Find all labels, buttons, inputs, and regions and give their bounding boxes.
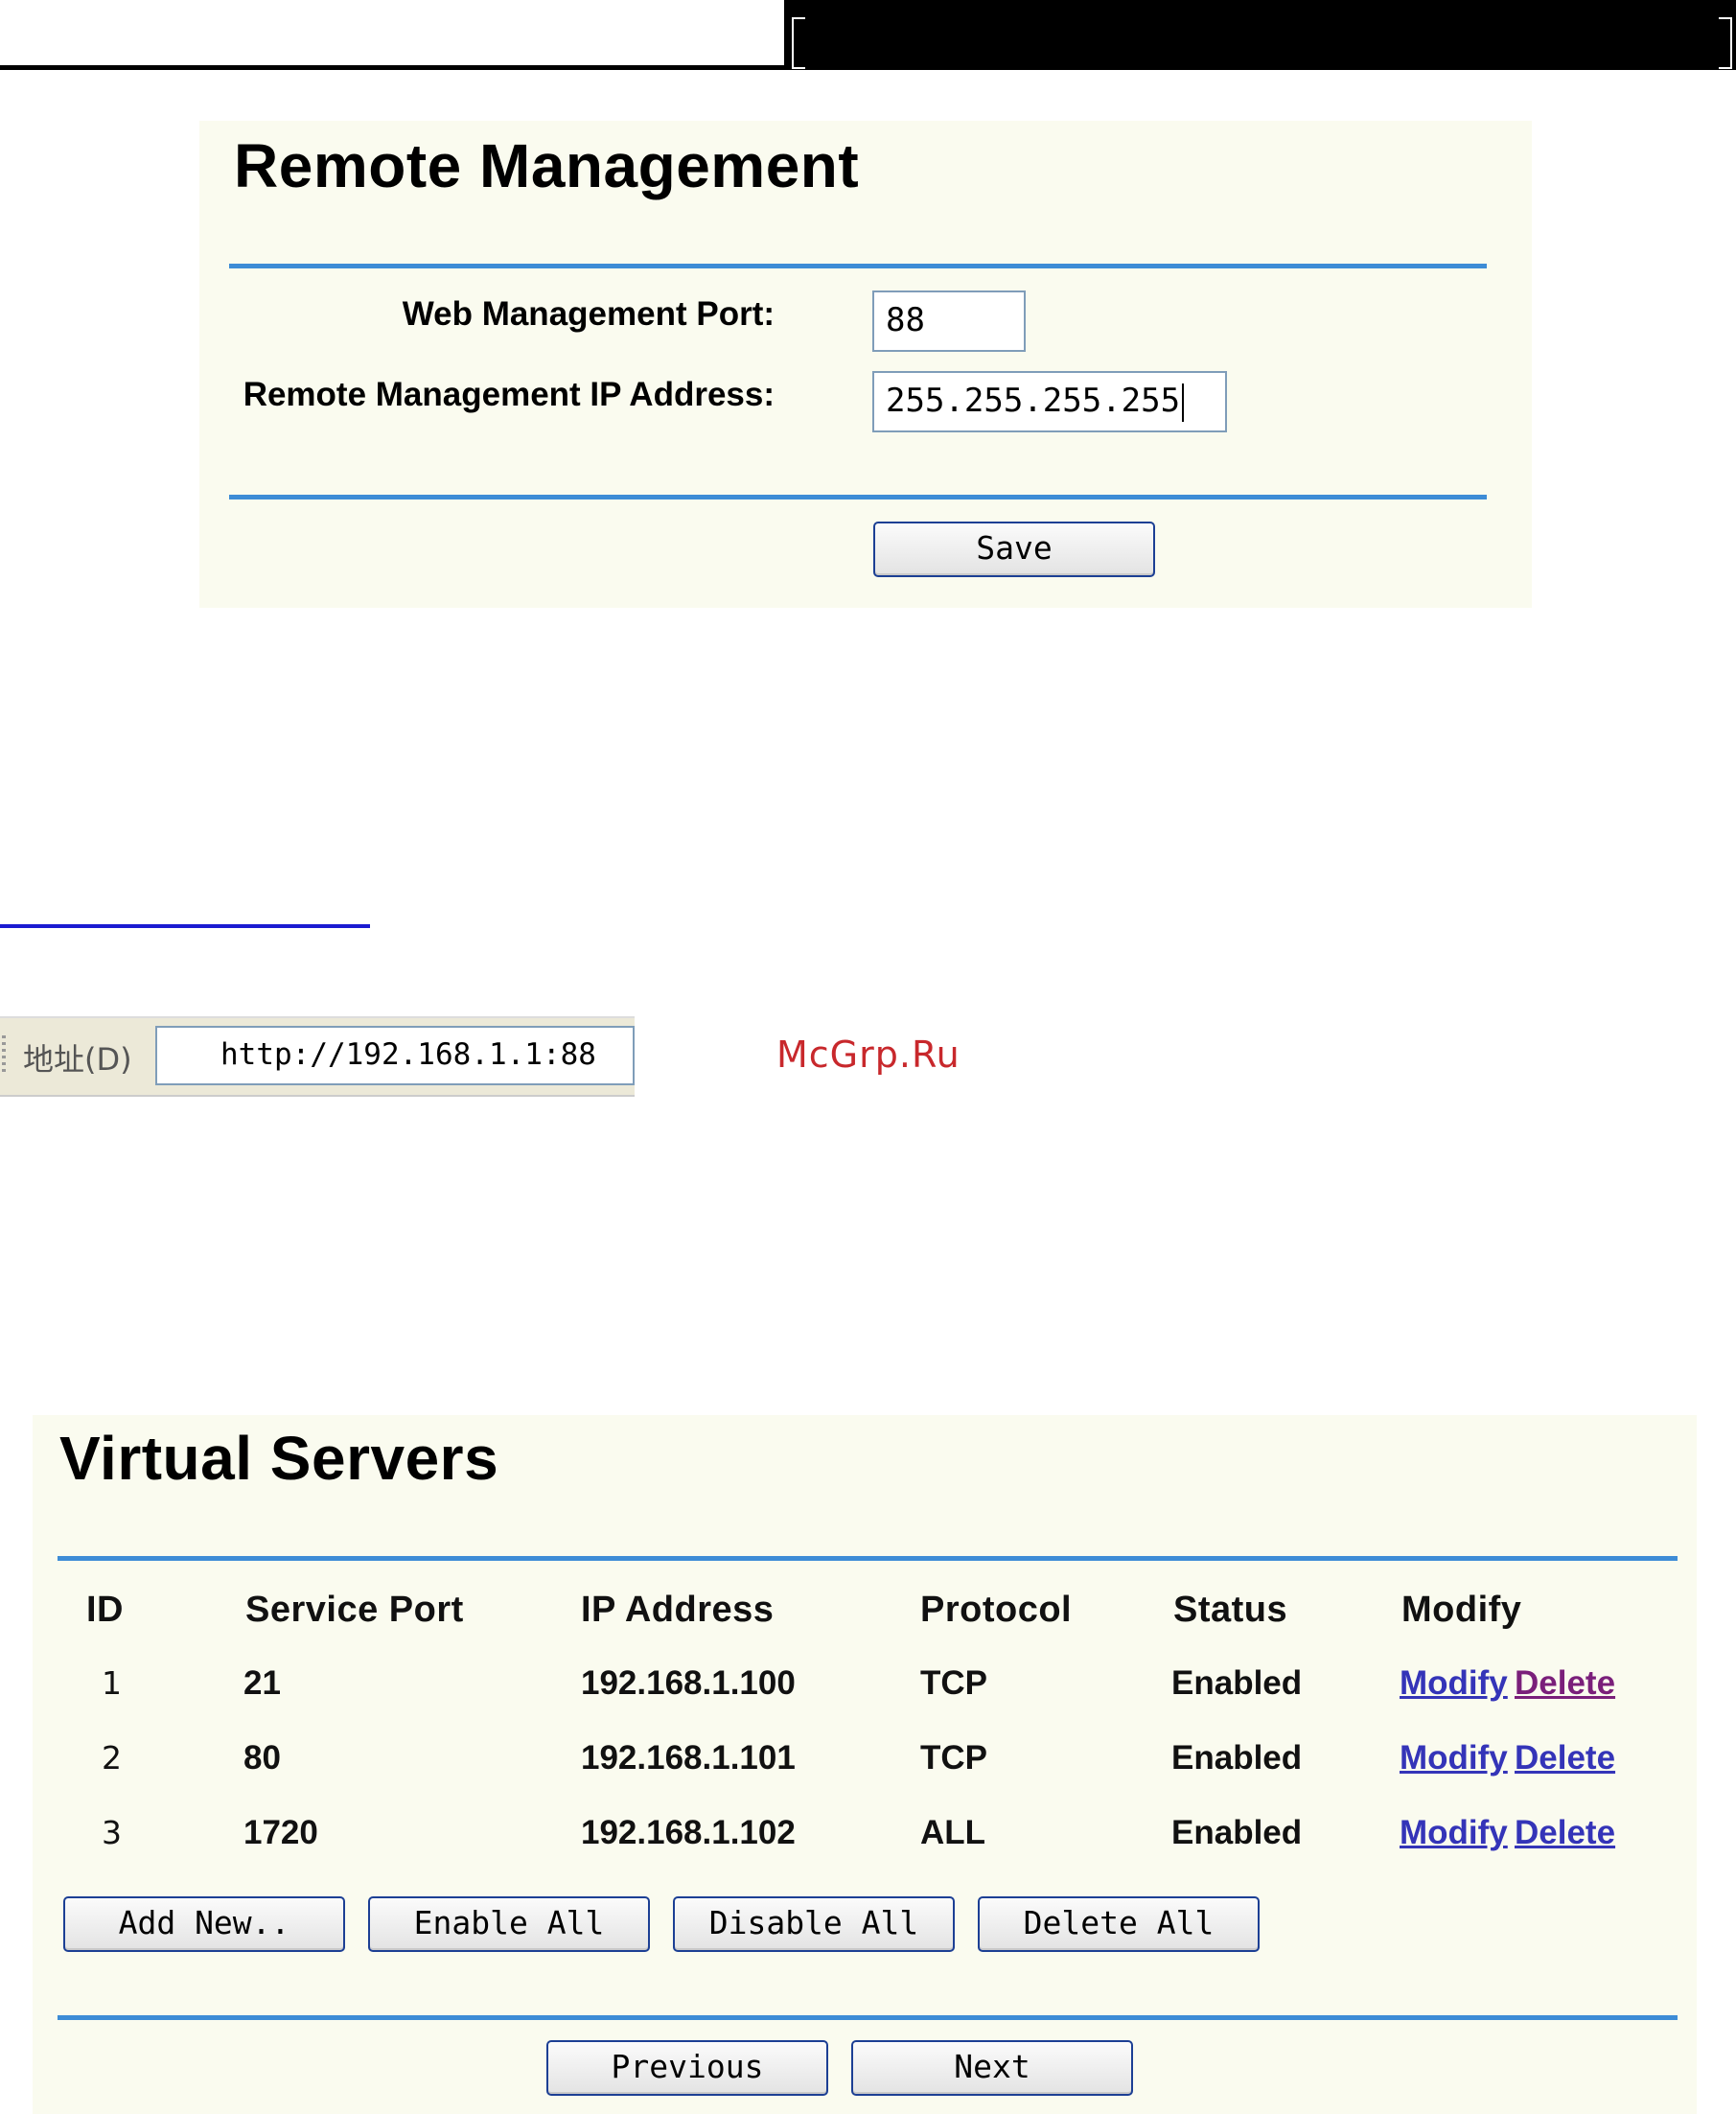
column-header-id: ID	[86, 1590, 124, 1630]
remote-ip-value: 255.255.255.255	[886, 382, 1181, 420]
virtual-servers-panel: Virtual Servers ID Service Port IP Addre…	[33, 1415, 1697, 2114]
header-divider	[0, 65, 786, 70]
top-divider	[229, 264, 1487, 268]
cell-id: 3	[102, 1814, 122, 1851]
column-header-modify: Modify	[1401, 1590, 1522, 1630]
cell-id: 2	[102, 1739, 122, 1777]
web-port-value: 88	[886, 301, 925, 339]
address-input[interactable]: http://192.168.1.1:88	[155, 1026, 635, 1085]
cell-protocol: TCP	[920, 1739, 987, 1777]
enable-all-button[interactable]: Enable All	[368, 1896, 650, 1952]
cell-status: Enabled	[1171, 1739, 1303, 1777]
modify-link[interactable]: Modify	[1400, 1814, 1508, 1852]
text-caret	[1182, 383, 1185, 422]
cell-id: 1	[102, 1664, 122, 1702]
column-header-protocol: Protocol	[920, 1590, 1073, 1630]
cell-ip-address: 192.168.1.100	[581, 1664, 796, 1702]
remote-ip-input[interactable]: 255.255.255.255	[872, 371, 1227, 432]
table-bottom-divider	[58, 2015, 1678, 2020]
web-port-input[interactable]: 88	[872, 290, 1026, 352]
header-bracket-right	[1719, 17, 1732, 69]
cell-protocol: TCP	[920, 1664, 987, 1702]
column-header-status: Status	[1173, 1590, 1288, 1630]
web-port-label: Web Management Port:	[402, 295, 775, 333]
browser-address-bar: 地址(D) http://192.168.1.1:88	[0, 1016, 635, 1097]
add-new-button[interactable]: Add New..	[63, 1896, 345, 1952]
cell-service-port: 1720	[243, 1814, 318, 1851]
column-header-ip-address: IP Address	[581, 1590, 775, 1630]
modify-link[interactable]: Modify	[1400, 1664, 1508, 1703]
page-title: Remote Management	[234, 131, 860, 200]
next-button[interactable]: Next	[851, 2040, 1133, 2096]
section-title: Virtual Servers	[59, 1424, 499, 1493]
column-header-service-port: Service Port	[245, 1590, 464, 1630]
disable-all-button[interactable]: Disable All	[673, 1896, 955, 1952]
address-label: 地址(D)	[23, 1041, 132, 1078]
save-button[interactable]: Save	[873, 522, 1155, 577]
delete-link[interactable]: Delete	[1515, 1664, 1615, 1703]
cell-service-port: 21	[243, 1664, 281, 1702]
header-black-bar	[784, 0, 1736, 70]
cell-service-port: 80	[243, 1739, 281, 1777]
previous-button[interactable]: Previous	[546, 2040, 828, 2096]
header-bracket-left	[792, 17, 805, 69]
delete-all-button[interactable]: Delete All	[978, 1896, 1260, 1952]
blue-underline	[0, 924, 370, 928]
cell-status: Enabled	[1171, 1814, 1303, 1851]
delete-link[interactable]: Delete	[1515, 1739, 1615, 1777]
cell-protocol: ALL	[920, 1814, 986, 1851]
cell-ip-address: 192.168.1.101	[581, 1739, 796, 1777]
remote-management-panel: Remote Management Web Management Port: 8…	[199, 121, 1532, 608]
modify-link[interactable]: Modify	[1400, 1739, 1508, 1777]
cell-ip-address: 192.168.1.102	[581, 1814, 796, 1851]
remote-ip-label: Remote Management IP Address:	[243, 376, 775, 413]
toolbar-grip-icon[interactable]	[2, 1035, 6, 1074]
delete-link[interactable]: Delete	[1515, 1814, 1615, 1852]
watermark: McGrp.Ru	[776, 1034, 961, 1076]
table-top-divider	[58, 1556, 1678, 1561]
bottom-divider	[229, 495, 1487, 499]
cell-status: Enabled	[1171, 1664, 1303, 1702]
